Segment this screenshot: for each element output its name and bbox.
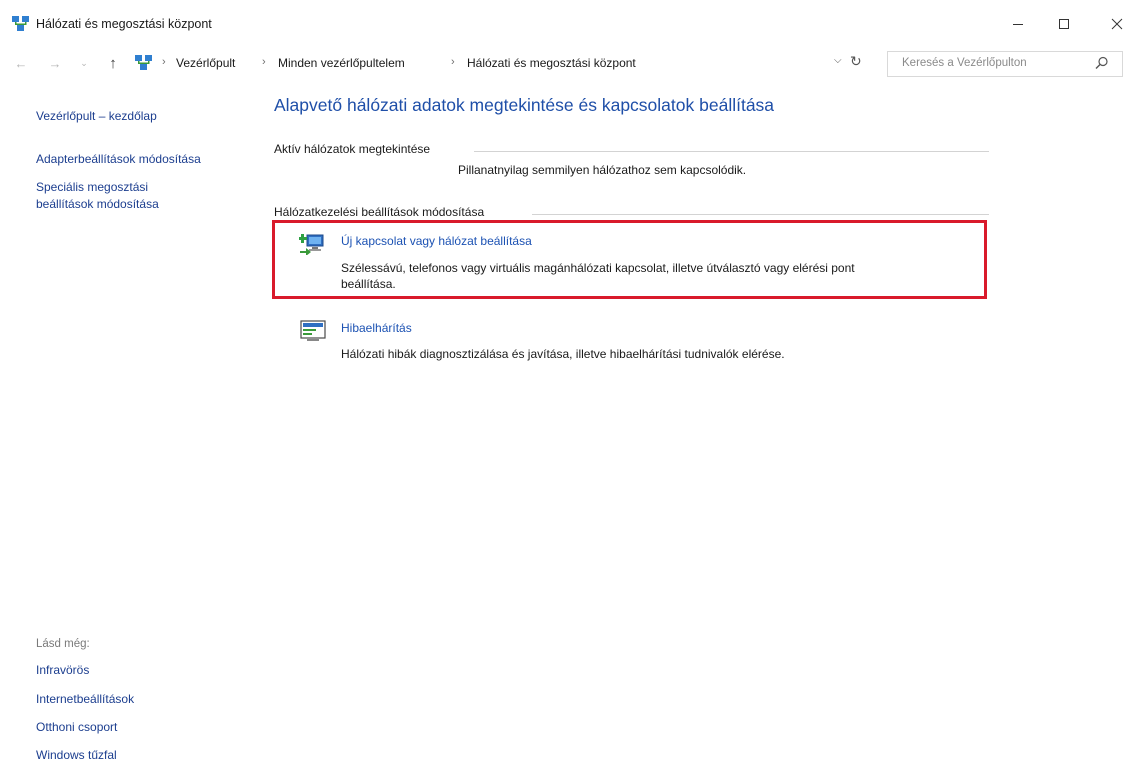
- network-settings-heading: Hálózatkezelési beállítások módosítása: [274, 205, 485, 219]
- search-icon[interactable]: [1095, 56, 1109, 70]
- network-center-icon: [12, 16, 29, 31]
- page-title: Alapvető hálózati adatok megtekintése és…: [274, 95, 775, 115]
- close-icon: [1111, 18, 1123, 30]
- breadcrumb-control-panel[interactable]: Vezérlőpult: [176, 56, 235, 70]
- adapter-settings-link[interactable]: Adapterbeállítások módosítása: [36, 151, 201, 167]
- breadcrumb-network-center[interactable]: Hálózati és megosztási központ: [467, 56, 636, 70]
- new-connection-icon: [299, 234, 324, 255]
- advanced-sharing-link-line2[interactable]: beállítások módosítása: [36, 196, 159, 212]
- see-also-homegroup-link[interactable]: Otthoni csoport: [36, 720, 117, 734]
- breadcrumb-all-items[interactable]: Minden vezérlőpultelem: [278, 56, 405, 70]
- address-dropdown-icon[interactable]: ⌵: [834, 55, 842, 66]
- see-also-internet-options-link[interactable]: Internetbeállítások: [36, 692, 134, 706]
- section-divider: [532, 214, 989, 215]
- troubleshoot-description: Hálózati hibák diagnosztizálása és javít…: [341, 347, 785, 361]
- see-also-infrared-link[interactable]: Infravörös: [36, 663, 89, 677]
- active-networks-heading: Aktív hálózatok megtekintése: [274, 142, 431, 156]
- chevron-down-icon: ⌄: [80, 57, 88, 68]
- see-also-label: Lásd még:: [36, 638, 90, 650]
- breadcrumb-separator: ›: [262, 56, 266, 68]
- advanced-sharing-link[interactable]: Speciális megosztási: [36, 179, 148, 195]
- window-title: Hálózati és megosztási központ: [36, 17, 212, 31]
- maximize-button[interactable]: [1041, 6, 1087, 42]
- minimize-icon: [1013, 24, 1023, 25]
- arrow-left-icon: ←: [14, 55, 28, 71]
- close-button[interactable]: [1094, 6, 1140, 42]
- minimize-button[interactable]: [995, 6, 1041, 42]
- new-connection-description-line2: beállítása.: [341, 277, 396, 291]
- search-input[interactable]: Keresés a Vezérlőpulton: [902, 57, 1027, 69]
- new-connection-description: Szélessávú, telefonos vagy virtuális mag…: [341, 261, 855, 275]
- troubleshoot-icon: [300, 320, 326, 341]
- no-network-status: Pillanatnyilag semmilyen hálózathoz sem …: [458, 163, 747, 177]
- breadcrumb-separator: ›: [162, 56, 166, 68]
- new-connection-link[interactable]: Új kapcsolat vagy hálózat beállítása: [341, 234, 532, 248]
- troubleshoot-link[interactable]: Hibaelhárítás: [341, 321, 412, 335]
- up-button[interactable]: ↑: [102, 52, 124, 74]
- control-panel-icon: [135, 55, 152, 70]
- see-also-firewall-link[interactable]: Windows tűzfal: [36, 748, 117, 762]
- arrow-up-icon: ↑: [109, 54, 117, 72]
- control-panel-home-link[interactable]: Vezérlőpult – kezdőlap: [36, 108, 157, 124]
- forward-button[interactable]: →: [44, 52, 66, 74]
- breadcrumb-separator: ›: [451, 56, 455, 68]
- refresh-icon[interactable]: ↻: [850, 53, 862, 70]
- back-button[interactable]: ←: [10, 52, 32, 74]
- maximize-icon: [1059, 19, 1069, 29]
- recent-locations-button[interactable]: ⌄: [77, 52, 91, 74]
- section-divider: [474, 151, 989, 152]
- arrow-right-icon: →: [48, 55, 62, 71]
